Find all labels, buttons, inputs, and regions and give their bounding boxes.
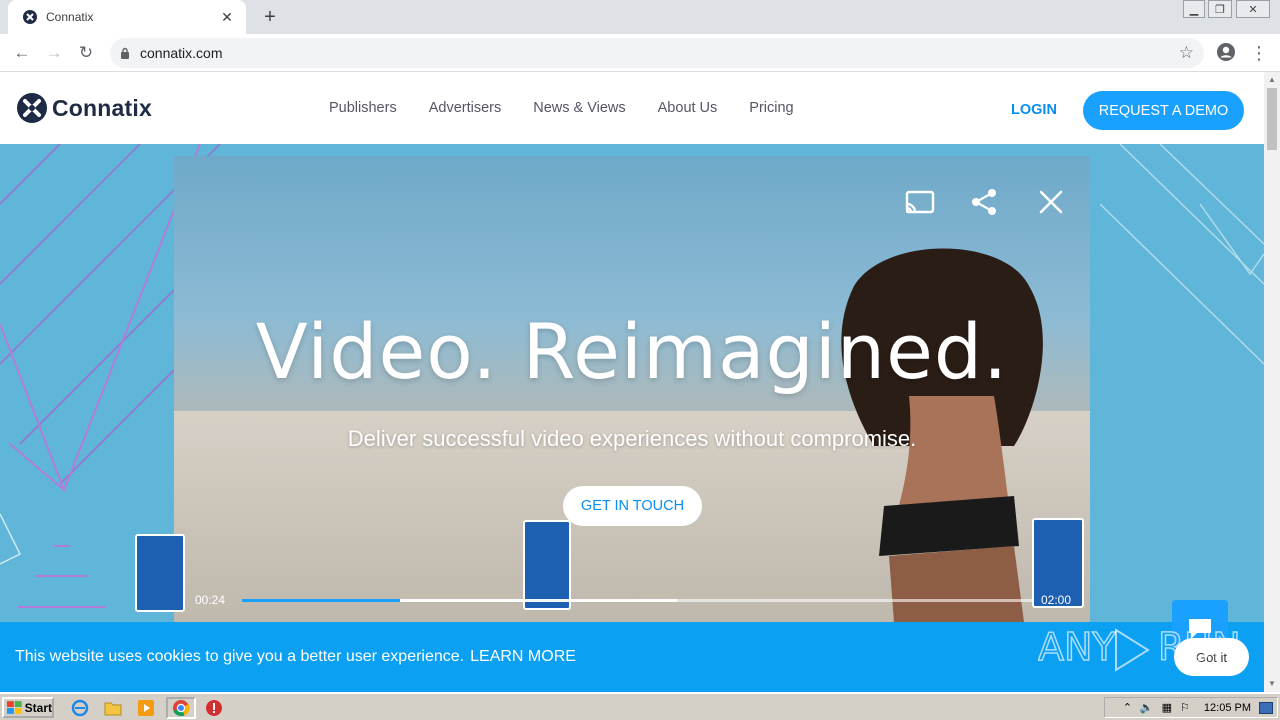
minimize-button[interactable]: ▁ xyxy=(1183,0,1205,18)
show-desktop-icon[interactable] xyxy=(1259,701,1273,714)
flag-icon[interactable]: ⚐ xyxy=(1180,701,1190,714)
volume-icon[interactable]: 🔈 xyxy=(1140,701,1154,714)
get-in-touch-button[interactable]: GET IN TOUCH xyxy=(563,486,702,526)
close-window-button[interactable]: ✕ xyxy=(1236,0,1270,18)
cookie-bar: This website uses cookies to give you a … xyxy=(0,600,1264,692)
request-demo-button[interactable]: REQUEST A DEMO xyxy=(1083,91,1244,130)
current-time: 00:24 xyxy=(195,593,226,607)
windows-taskbar: Start ⌃ 🔈 ▦ ⚐ 12:05 PM xyxy=(0,693,1280,720)
bookmark-star-icon[interactable]: ☆ xyxy=(1179,43,1194,63)
restore-button[interactable]: ❐ xyxy=(1208,0,1232,18)
tab-close-icon[interactable]: ✕ xyxy=(218,8,236,26)
video-progress-bar[interactable] xyxy=(242,599,1032,602)
main-nav: Publishers Advertisers News & Views Abou… xyxy=(329,100,826,116)
browser-tabstrip: Connatix ✕ + ▁ ❐ ✕ xyxy=(0,0,1280,34)
nav-advertisers[interactable]: Advertisers xyxy=(429,100,502,116)
menu-dots-icon[interactable]: ⋮ xyxy=(1247,41,1271,65)
url-text: connatix.com xyxy=(140,45,223,61)
network-icon[interactable]: ▦ xyxy=(1162,701,1172,714)
hero-headline: Video. Reimagined. xyxy=(255,307,1009,396)
lock-icon xyxy=(121,47,129,59)
scroll-up-arrow-icon[interactable]: ▲ xyxy=(1264,72,1280,86)
browser-toolbar: ← → ↻ connatix.com ☆ ⋮ xyxy=(0,34,1280,72)
share-icon[interactable] xyxy=(966,184,1002,220)
folder-icon[interactable] xyxy=(103,698,123,718)
tab-title: Connatix xyxy=(46,10,94,24)
scroll-down-arrow-icon[interactable]: ▼ xyxy=(1264,676,1280,690)
learn-more-link[interactable]: LEARN MORE xyxy=(470,648,576,665)
scroll-thumb[interactable] xyxy=(1267,88,1277,150)
back-icon[interactable]: ← xyxy=(10,41,34,65)
site-header: Connatix Publishers Advertisers News & V… xyxy=(0,72,1264,144)
parking-sign xyxy=(523,520,571,610)
start-label: Start xyxy=(24,700,52,715)
parking-sign xyxy=(135,534,185,612)
connatix-favicon-icon xyxy=(23,10,37,24)
connatix-logo-icon xyxy=(17,93,47,123)
got-it-button[interactable]: Got it xyxy=(1174,638,1249,676)
chrome-taskbar-button[interactable] xyxy=(166,697,196,719)
cast-icon[interactable] xyxy=(902,184,938,220)
cookie-text: This website uses cookies to give you a … xyxy=(15,648,465,665)
start-button[interactable]: Start xyxy=(2,697,54,718)
nav-pricing[interactable]: Pricing xyxy=(749,100,793,116)
forward-icon[interactable]: → xyxy=(42,41,66,65)
nav-about-us[interactable]: About Us xyxy=(658,100,718,116)
ie-icon[interactable] xyxy=(70,698,90,718)
cookie-message: This website uses cookies to give you a … xyxy=(15,648,576,666)
nav-news-views[interactable]: News & Views xyxy=(533,100,625,116)
windows-flag-icon xyxy=(7,700,22,714)
login-link[interactable]: LOGIN xyxy=(1011,102,1057,118)
new-tab-button[interactable]: + xyxy=(258,6,282,28)
system-tray: ⌃ 🔈 ▦ ⚐ 12:05 PM xyxy=(1104,697,1278,718)
duration-time: 02:00 xyxy=(1041,593,1072,607)
nav-publishers[interactable]: Publishers xyxy=(329,100,397,116)
address-bar[interactable]: connatix.com ☆ xyxy=(110,38,1204,68)
hero-section: Video. Reimagined. Deliver successful vi… xyxy=(0,144,1264,622)
stop-icon[interactable] xyxy=(204,698,224,718)
page-scrollbar[interactable]: ▲ ▼ xyxy=(1264,72,1280,692)
media-player-icon[interactable] xyxy=(136,698,156,718)
profile-avatar-icon[interactable] xyxy=(1216,42,1236,62)
site-logo[interactable]: Connatix xyxy=(16,92,152,124)
hero-subline: Deliver successful video experiences wit… xyxy=(347,426,917,451)
clock: 12:05 PM xyxy=(1203,701,1251,714)
logo-text: Connatix xyxy=(52,94,152,121)
browser-tab[interactable]: Connatix ✕ xyxy=(8,0,246,34)
close-video-icon[interactable] xyxy=(1033,184,1069,220)
tray-arrow-icon[interactable]: ⌃ xyxy=(1123,701,1132,714)
chrome-icon xyxy=(173,700,190,717)
video-progress-fill xyxy=(242,599,400,602)
reload-icon[interactable]: ↻ xyxy=(74,41,98,65)
